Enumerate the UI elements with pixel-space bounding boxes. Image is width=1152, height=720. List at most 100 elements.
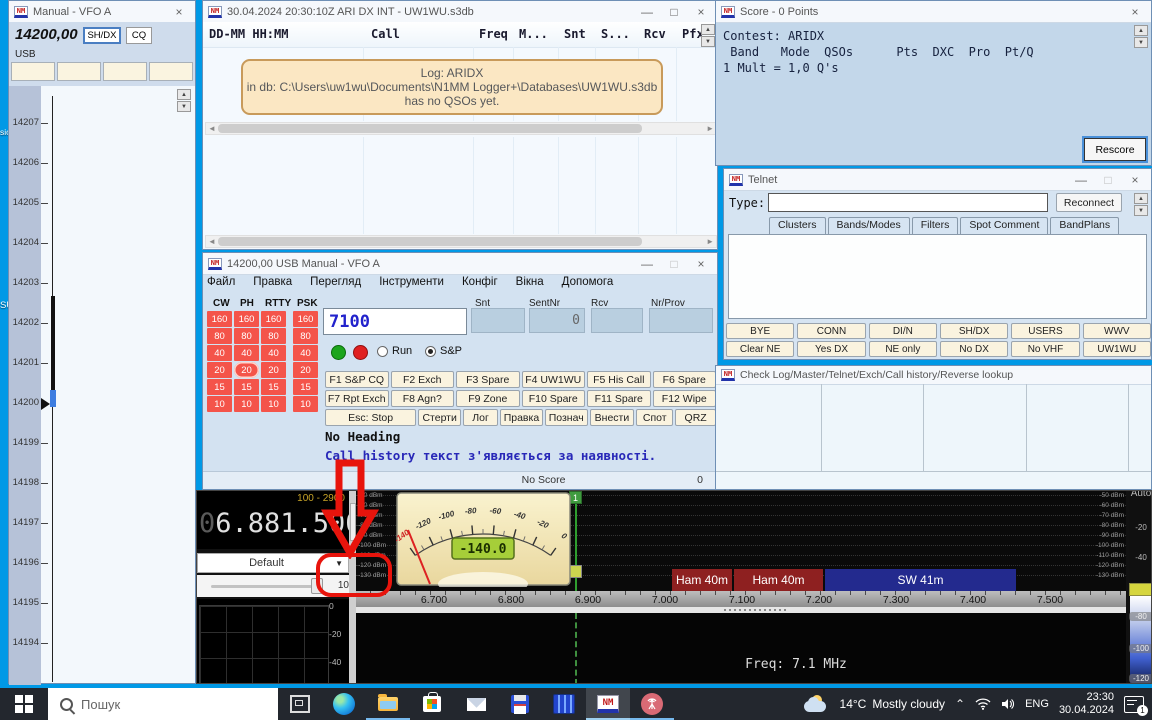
tab-spot-comment[interactable]: Spot Comment bbox=[960, 217, 1048, 234]
speaker-icon[interactable] bbox=[1001, 698, 1015, 710]
log-column-header[interactable]: M... bbox=[519, 27, 548, 41]
telnet-command-button[interactable]: WWV bbox=[1083, 323, 1151, 339]
band-button[interactable]: 80 bbox=[261, 328, 286, 344]
rescore-button[interactable]: Rescore bbox=[1084, 138, 1146, 161]
notification-icon[interactable]: 1 bbox=[1124, 696, 1144, 713]
taskbar-clock[interactable]: 23:30 30.04.2024 bbox=[1059, 691, 1114, 717]
archive-app-button[interactable] bbox=[542, 688, 586, 720]
band-button[interactable]: 40 bbox=[207, 345, 232, 361]
telnet-titlebar[interactable]: NM Telnet — □ × bbox=[724, 169, 1151, 191]
band-button[interactable]: 15 bbox=[293, 379, 318, 395]
store-button[interactable] bbox=[410, 688, 454, 720]
telnet-command-button[interactable]: DI/N bbox=[869, 323, 937, 339]
entry-action-button[interactable]: Стерти bbox=[418, 409, 461, 426]
menu-item[interactable]: Інструменти bbox=[379, 274, 454, 290]
log-horizontal-scrollbar[interactable]: ◄► bbox=[205, 122, 717, 135]
telnet-command-button[interactable]: No DX bbox=[940, 341, 1008, 357]
band-button[interactable]: 20 bbox=[207, 362, 232, 378]
fkey-button[interactable]: F3 Spare bbox=[456, 371, 520, 388]
band-button[interactable]: 20 bbox=[261, 362, 286, 378]
sdr-waterfall[interactable]: Freq: 7.1 MHz bbox=[356, 613, 1126, 684]
entry-action-button[interactable]: Esc: Stop bbox=[325, 409, 416, 426]
log-column-header[interactable]: Freq bbox=[479, 27, 508, 41]
exchange-field[interactable]: 0 bbox=[529, 308, 585, 333]
close-icon[interactable]: × bbox=[1124, 171, 1146, 189]
exchange-field[interactable] bbox=[591, 308, 643, 333]
fkey-button[interactable]: F11 Spare bbox=[587, 390, 651, 407]
cq-button[interactable]: CQ bbox=[126, 27, 152, 44]
bandmap-titlebar[interactable]: NM Manual - VFO A × bbox=[9, 1, 195, 23]
band-button[interactable]: 10 bbox=[207, 396, 232, 412]
fkey-button[interactable]: F9 Zone bbox=[456, 390, 520, 407]
wifi-icon[interactable] bbox=[975, 698, 991, 710]
tray-chevron-icon[interactable]: ⌃ bbox=[955, 697, 965, 711]
taskbar-search-box[interactable]: Пошук bbox=[48, 688, 278, 720]
score-titlebar[interactable]: NM Score - 0 Points × bbox=[716, 1, 1151, 23]
band-button[interactable]: 10 bbox=[234, 396, 259, 412]
fkey-button[interactable]: F7 Rpt Exch bbox=[325, 390, 389, 407]
log-horizontal-scrollbar[interactable]: ◄► bbox=[205, 235, 717, 248]
band-button[interactable]: 20 bbox=[234, 362, 259, 378]
telnet-command-button[interactable]: CONN bbox=[797, 323, 865, 339]
weather-widget[interactable]: 14°C Mostly cloudy bbox=[840, 697, 946, 711]
band-button[interactable]: 10 bbox=[293, 396, 318, 412]
file-explorer-button[interactable] bbox=[366, 688, 410, 720]
telnet-command-button[interactable]: NE only bbox=[869, 341, 937, 357]
entry-action-button[interactable]: Спот bbox=[636, 409, 673, 426]
telnet-output-area[interactable] bbox=[728, 234, 1147, 319]
tab-clusters[interactable]: Clusters bbox=[769, 217, 826, 234]
band-button[interactable]: 160 bbox=[234, 311, 259, 327]
maximize-icon[interactable]: □ bbox=[663, 255, 685, 273]
band-button[interactable]: 20 bbox=[293, 362, 318, 378]
band-button[interactable]: 40 bbox=[293, 345, 318, 361]
exchange-field[interactable] bbox=[471, 308, 525, 333]
telnet-command-button[interactable]: Yes DX bbox=[797, 341, 865, 357]
band-button[interactable]: 40 bbox=[261, 345, 286, 361]
callsign-input[interactable]: 7100 bbox=[323, 308, 467, 335]
entry-titlebar[interactable]: NM 14200,00 USB Manual - VFO A — □ × bbox=[203, 253, 717, 275]
fkey-button[interactable]: F4 UW1WU bbox=[522, 371, 586, 388]
menu-item[interactable]: Правка bbox=[253, 274, 302, 290]
fkey-button[interactable]: F2 Exch bbox=[391, 371, 455, 388]
fkey-button[interactable]: F8 Agn? bbox=[391, 390, 455, 407]
band-button[interactable]: 15 bbox=[234, 379, 259, 395]
entry-action-button[interactable]: QRZ bbox=[675, 409, 716, 426]
close-icon[interactable]: × bbox=[168, 3, 190, 21]
close-icon[interactable]: × bbox=[690, 3, 712, 21]
band-button[interactable]: 15 bbox=[261, 379, 286, 395]
telnet-command-button[interactable]: SH/DX bbox=[940, 323, 1008, 339]
minimize-icon[interactable]: — bbox=[636, 3, 658, 21]
log-font-spinner[interactable]: ▲▼ bbox=[701, 24, 715, 47]
tab-bands-modes[interactable]: Bands/Modes bbox=[828, 217, 910, 234]
log-titlebar[interactable]: NM 30.04.2024 20:30:10Z ARI DX INT - UW1… bbox=[203, 1, 717, 23]
run-radio[interactable] bbox=[377, 346, 388, 357]
minimize-icon[interactable]: — bbox=[636, 255, 658, 273]
edge-button[interactable] bbox=[322, 688, 366, 720]
fkey-button[interactable]: F5 His Call bbox=[587, 371, 651, 388]
entry-action-button[interactable]: Внести bbox=[590, 409, 635, 426]
fkey-button[interactable]: F6 Spare bbox=[653, 371, 717, 388]
menu-item[interactable]: Вікна bbox=[516, 274, 554, 290]
band-button[interactable]: 80 bbox=[293, 328, 318, 344]
menu-item[interactable]: Конфіг bbox=[462, 274, 508, 290]
maximize-icon[interactable]: □ bbox=[1097, 171, 1119, 189]
tab-bandplans[interactable]: BandPlans bbox=[1050, 217, 1119, 234]
log-column-header[interactable]: Snt bbox=[564, 27, 586, 41]
menu-item[interactable]: Допомога bbox=[562, 274, 624, 290]
sp-radio[interactable] bbox=[425, 346, 436, 357]
telnet-command-input[interactable] bbox=[768, 193, 1048, 212]
shdx-button[interactable]: SH/DX bbox=[83, 27, 121, 44]
minimize-icon[interactable]: — bbox=[1070, 171, 1092, 189]
menu-item[interactable]: Перегляд bbox=[310, 274, 371, 290]
log-column-header[interactable]: DD-MM HH:MM bbox=[209, 27, 288, 41]
close-icon[interactable]: × bbox=[1124, 3, 1146, 21]
start-button[interactable] bbox=[0, 688, 48, 720]
language-indicator[interactable]: ENG bbox=[1025, 698, 1049, 710]
telnet-command-button[interactable]: BYE bbox=[726, 323, 794, 339]
band-button[interactable]: 15 bbox=[207, 379, 232, 395]
sdr-spectrum[interactable]: -50 dBm-60 dBm-70 dBm-80 dBm-90 dBm-100 … bbox=[356, 491, 1126, 591]
fkey-button[interactable]: F10 Spare bbox=[522, 390, 586, 407]
telnet-font-spinner[interactable]: ▲▼ bbox=[1134, 193, 1148, 216]
bandmap-zoom-spinner[interactable]: ▲▼ bbox=[177, 89, 191, 112]
fkey-button[interactable]: F12 Wipe bbox=[653, 390, 717, 407]
